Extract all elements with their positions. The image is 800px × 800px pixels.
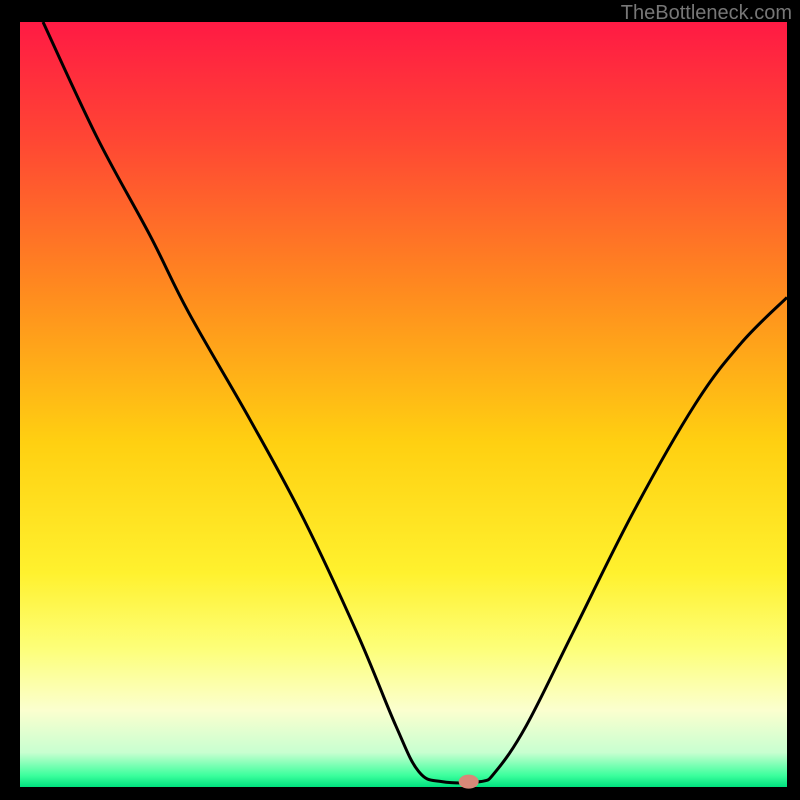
bottleneck-chart: TheBottleneck.com [0,0,800,800]
chart-svg [0,0,800,800]
optimum-marker [459,775,479,789]
watermark-label: TheBottleneck.com [621,2,792,25]
